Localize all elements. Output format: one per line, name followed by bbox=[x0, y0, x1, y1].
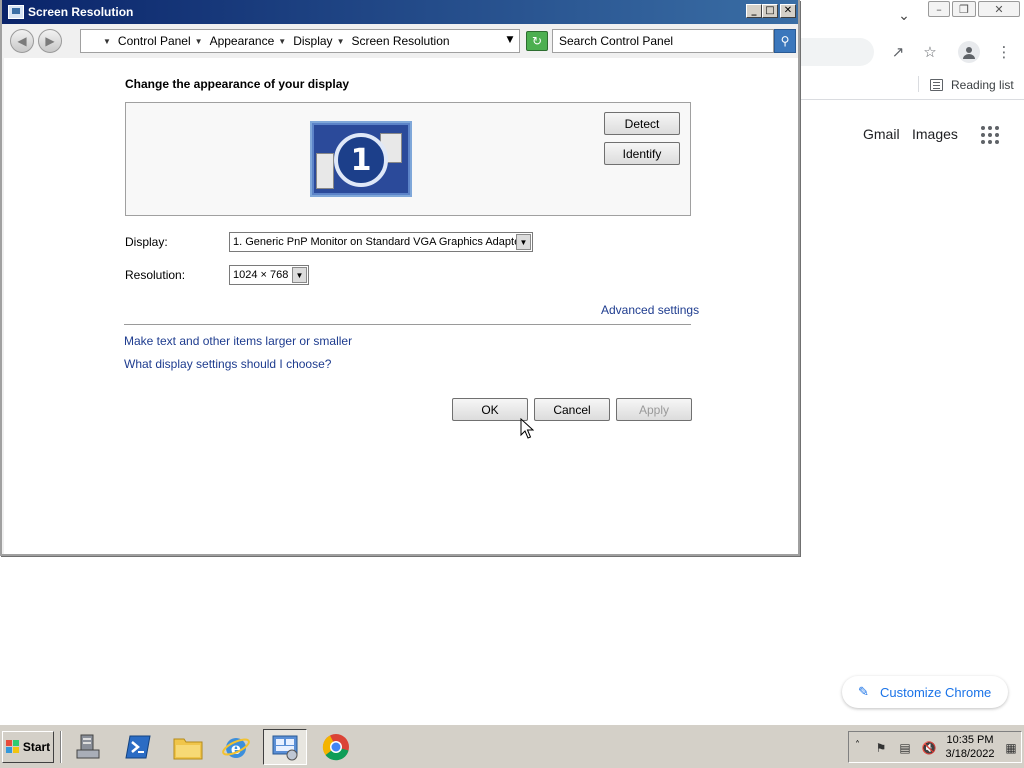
volume-muted-icon[interactable]: 🔇 bbox=[921, 740, 937, 756]
chevron-down-icon[interactable]: ▼ bbox=[292, 267, 307, 283]
display-preview: 1 Detect Identify bbox=[125, 102, 691, 216]
breadcrumb-appearance[interactable]: Appearance bbox=[210, 34, 275, 48]
bookmarks-separator bbox=[918, 76, 919, 92]
ok-button[interactable]: OK bbox=[452, 398, 528, 421]
close-button[interactable]: ✕ bbox=[780, 4, 796, 18]
server-manager-icon[interactable] bbox=[66, 729, 110, 765]
pencil-icon: ✎ bbox=[858, 684, 869, 699]
minimize-button[interactable]: _ bbox=[746, 4, 762, 18]
address-row: ◀ ▶ ▼ Control Panel ▼ Appearance ▼ Displ… bbox=[2, 24, 798, 58]
display-app-icon bbox=[8, 5, 24, 19]
address-dropdown-icon[interactable]: ▼ bbox=[504, 34, 516, 46]
show-desktop-icon[interactable]: ▦ bbox=[1003, 740, 1019, 756]
file-explorer-icon[interactable] bbox=[166, 729, 210, 765]
search-icon[interactable]: ⚲ bbox=[774, 29, 796, 53]
chrome-menu-icon[interactable]: ⋮ bbox=[994, 42, 1014, 62]
share-icon[interactable]: ↗ bbox=[888, 42, 908, 62]
reading-list-button[interactable]: Reading list bbox=[930, 76, 1014, 94]
taskbar: Start e ˄ ⚑ ▤ 🔇 10:35 PM 3/18/2022 ▦ bbox=[0, 724, 1024, 768]
detect-button[interactable]: Detect bbox=[604, 112, 680, 135]
gmail-link[interactable]: Gmail bbox=[863, 126, 900, 142]
breadcrumb-display[interactable]: Display bbox=[293, 34, 332, 48]
monitor-1-thumbnail[interactable]: 1 bbox=[310, 121, 412, 197]
title-bar[interactable]: Screen Resolution _ □ ✕ bbox=[2, 0, 798, 24]
breadcrumb-screen-resolution[interactable]: Screen Resolution bbox=[351, 34, 449, 48]
mouse-cursor-icon bbox=[520, 418, 534, 439]
address-bar[interactable] bbox=[798, 38, 874, 66]
larger-text-link[interactable]: Make text and other items larger or smal… bbox=[124, 334, 352, 348]
windows-logo-icon bbox=[5, 740, 20, 754]
start-label: Start bbox=[22, 740, 51, 754]
cancel-button[interactable]: Cancel bbox=[534, 398, 610, 421]
profile-avatar-icon[interactable] bbox=[958, 41, 980, 63]
network-icon[interactable]: ▤ bbox=[897, 740, 913, 756]
back-button[interactable]: ◀ bbox=[10, 29, 34, 53]
display-label: Display: bbox=[125, 235, 168, 249]
customize-chrome-label: Customize Chrome bbox=[880, 684, 992, 700]
clock-date[interactable]: 3/18/2022 bbox=[945, 748, 995, 760]
window-title: Screen Resolution bbox=[28, 5, 134, 19]
customize-chrome-button[interactable]: ✎ Customize Chrome bbox=[842, 676, 1008, 708]
advanced-settings-link[interactable]: Advanced settings bbox=[601, 303, 699, 317]
system-tray: ˄ ⚑ ▤ 🔇 10:35 PM 3/18/2022 ▦ bbox=[848, 731, 1022, 763]
screen-resolution-window: Screen Resolution _ □ ✕ ◀ ▶ ▼ Control Pa… bbox=[0, 0, 800, 556]
internet-explorer-icon[interactable]: e bbox=[214, 729, 258, 765]
refresh-icon[interactable]: ↻ bbox=[526, 31, 548, 51]
taskbar-separator bbox=[60, 731, 62, 763]
maximize-button[interactable]: □ bbox=[762, 4, 778, 18]
identify-button[interactable]: Identify bbox=[604, 142, 680, 165]
divider bbox=[124, 324, 691, 325]
chrome-icon[interactable] bbox=[314, 729, 358, 765]
reading-list-label: Reading list bbox=[951, 78, 1014, 92]
display-select[interactable]: 1. Generic PnP Monitor on Standard VGA G… bbox=[229, 232, 533, 252]
display-help-link[interactable]: What display settings should I choose? bbox=[124, 357, 331, 371]
content-area: Change the appearance of your display 1 … bbox=[4, 58, 798, 554]
page-heading: Change the appearance of your display bbox=[125, 77, 350, 91]
chrome-minimize-button[interactable]: – bbox=[928, 1, 950, 17]
apply-button[interactable]: Apply bbox=[616, 398, 692, 421]
breadcrumb-arrow-icon[interactable]: ▼ bbox=[337, 37, 345, 46]
breadcrumb-control-panel[interactable]: Control Panel bbox=[118, 34, 191, 48]
chrome-close-button[interactable]: ✕ bbox=[978, 1, 1020, 17]
forward-button[interactable]: ▶ bbox=[38, 29, 62, 53]
chrome-restore-button[interactable]: ❐ bbox=[952, 1, 976, 17]
breadcrumb-arrow-icon[interactable]: ▼ bbox=[278, 37, 286, 46]
images-link[interactable]: Images bbox=[912, 126, 958, 142]
show-hidden-icons-icon[interactable]: ˄ bbox=[855, 740, 860, 751]
resolution-select-value: 1024 × 768 bbox=[233, 269, 289, 281]
start-button[interactable]: Start bbox=[2, 731, 54, 763]
control-panel-icon[interactable] bbox=[263, 729, 307, 765]
resolution-label: Resolution: bbox=[125, 268, 186, 282]
display-select-value: 1. Generic PnP Monitor on Standard VGA G… bbox=[233, 236, 524, 248]
breadcrumb-arrow-icon[interactable]: ▼ bbox=[195, 37, 203, 46]
monitor-window-left bbox=[316, 153, 334, 189]
action-center-flag-icon[interactable]: ⚑ bbox=[873, 740, 889, 756]
breadcrumb-root-arrow-icon[interactable]: ▼ bbox=[103, 37, 111, 46]
clock-time[interactable]: 10:35 PM bbox=[945, 734, 995, 746]
powershell-icon[interactable] bbox=[116, 729, 160, 765]
breadcrumb[interactable]: ▼ Control Panel ▼ Appearance ▼ Display ▼… bbox=[80, 29, 520, 53]
google-apps-icon[interactable] bbox=[981, 126, 999, 144]
chevron-down-icon[interactable]: ▼ bbox=[516, 234, 531, 250]
bookmark-star-icon[interactable]: ☆ bbox=[920, 42, 940, 62]
resolution-select[interactable]: 1024 × 768 ▼ bbox=[229, 265, 309, 285]
monitor-number: 1 bbox=[334, 133, 388, 187]
search-input[interactable]: Search Control Panel bbox=[552, 29, 774, 53]
reading-list-icon bbox=[930, 79, 943, 91]
tab-search-chevron-icon[interactable]: ⌄ bbox=[894, 6, 914, 26]
